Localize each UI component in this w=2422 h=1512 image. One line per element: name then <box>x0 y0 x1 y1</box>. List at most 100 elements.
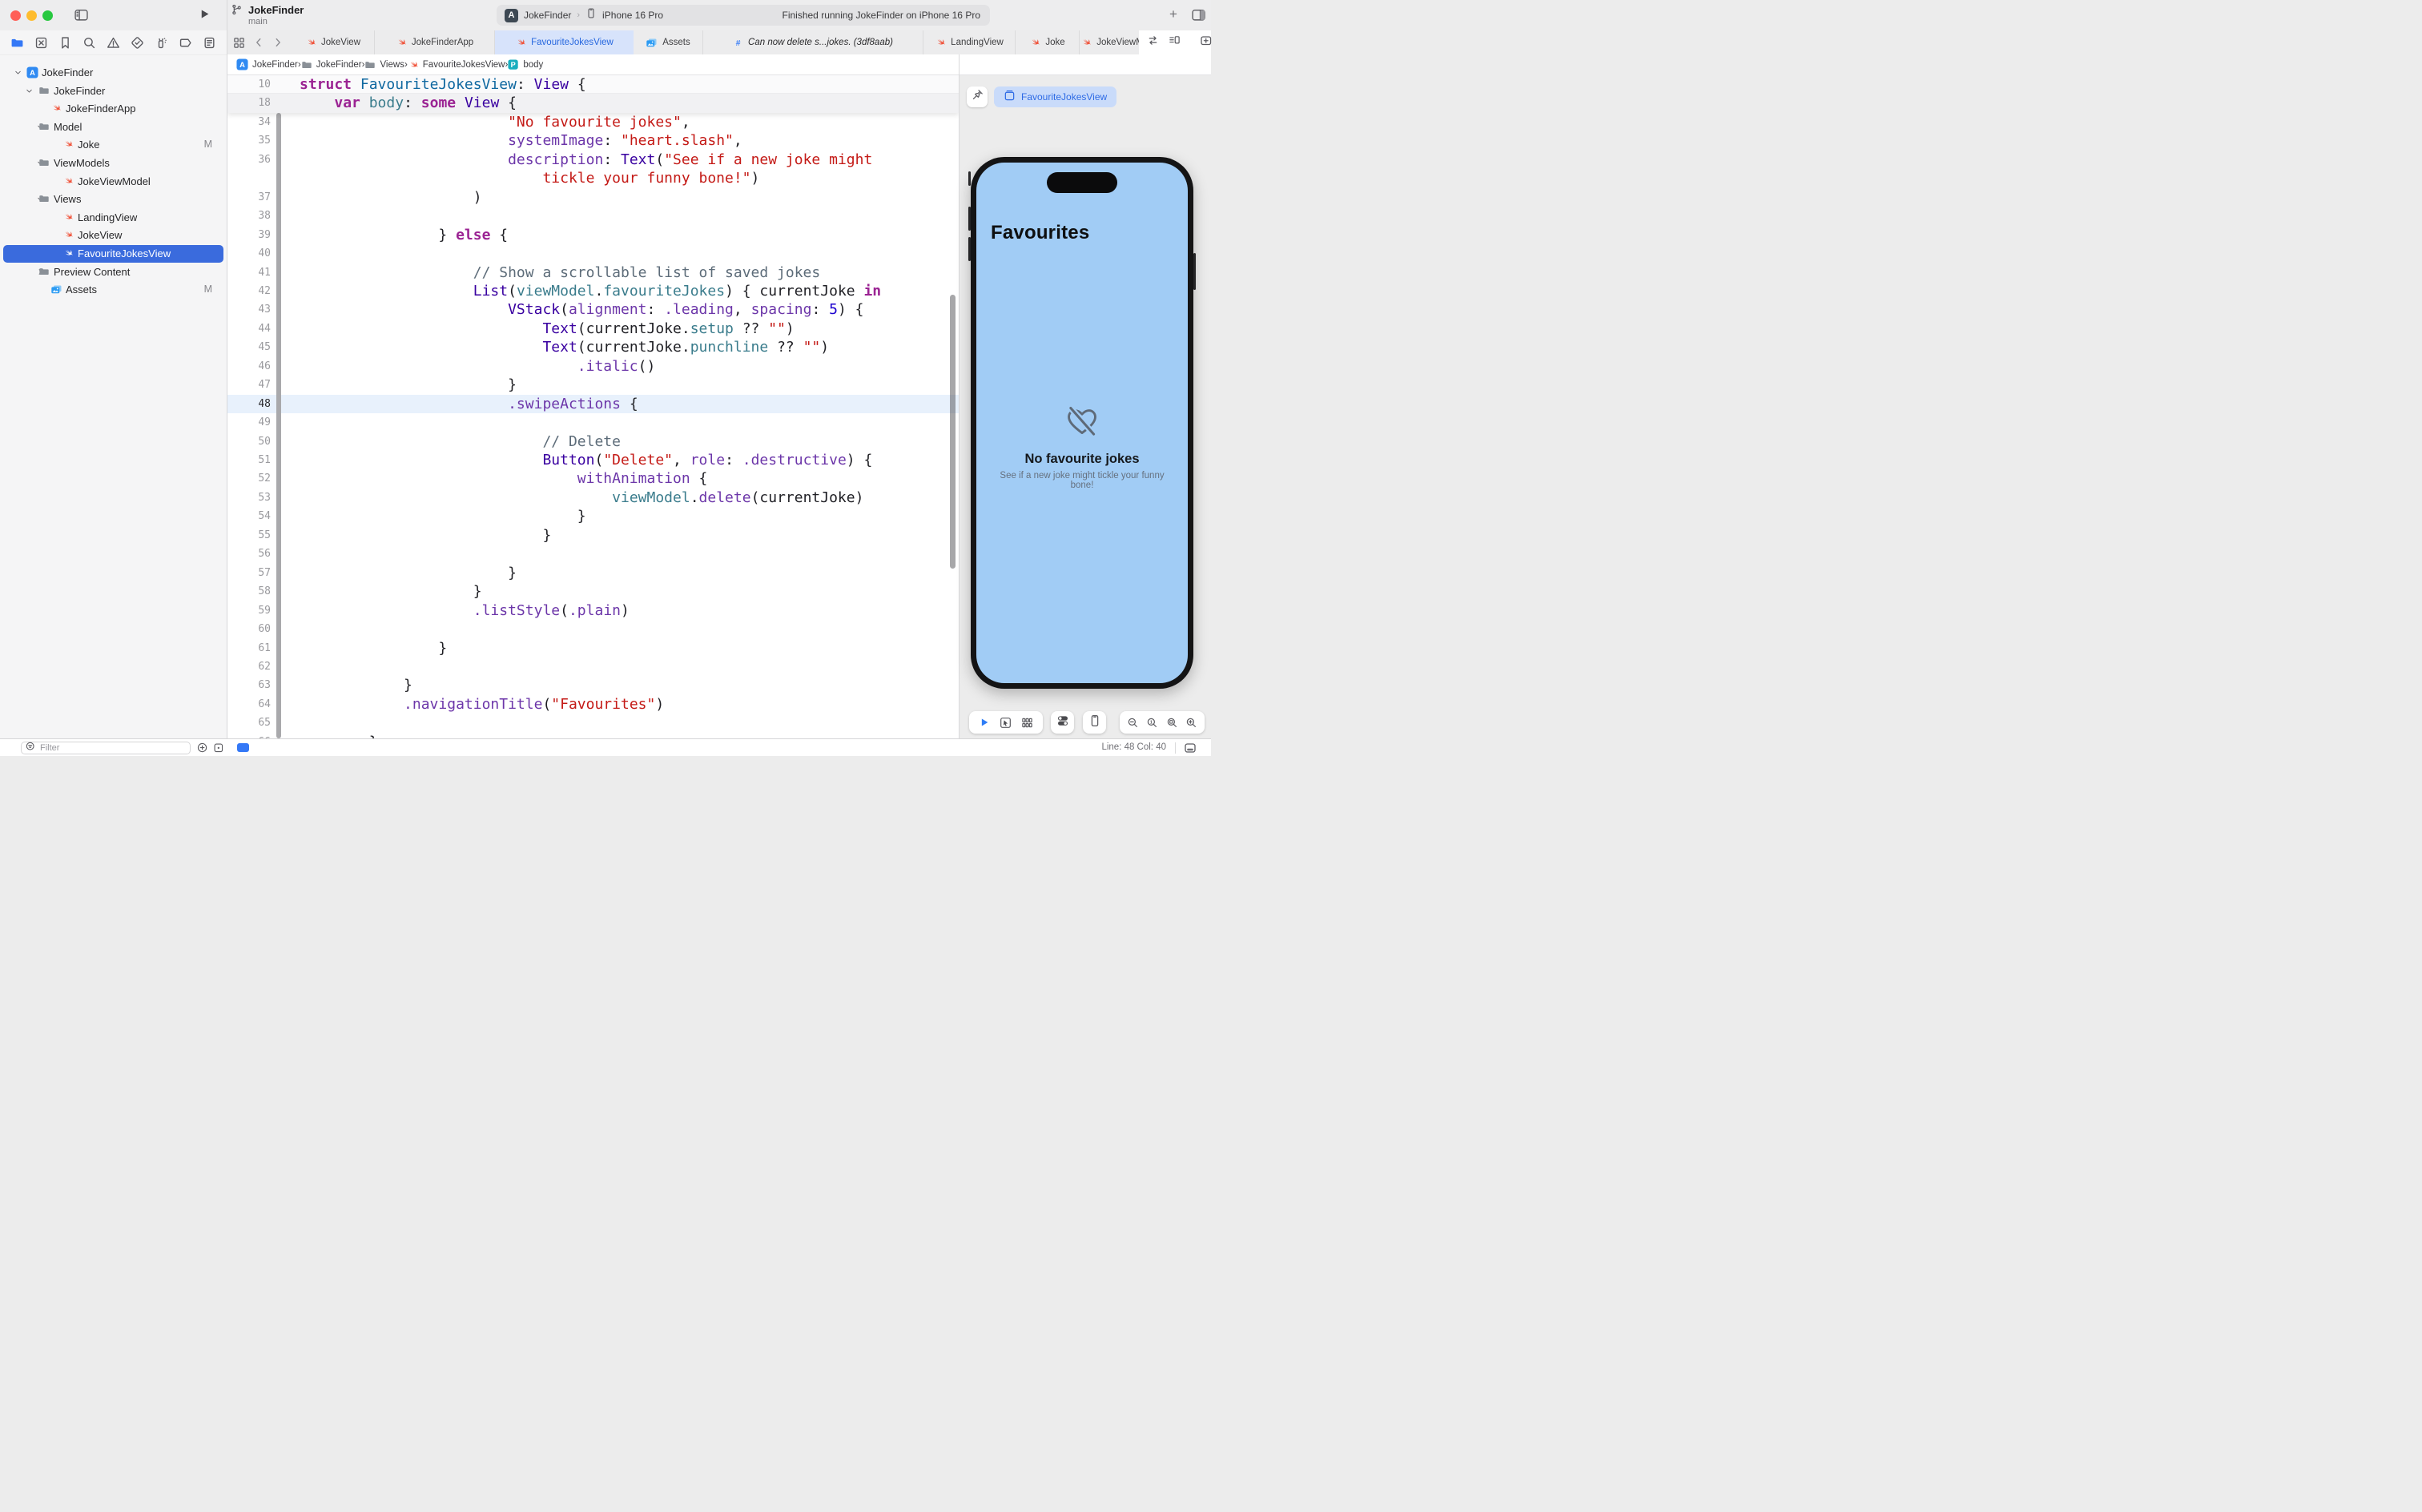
sidebar-item-favouritejokesview[interactable]: FavouriteJokesView <box>0 245 227 263</box>
code-line-wrap[interactable]: tickle your funny bone!") <box>227 169 959 187</box>
selectable-mode-button[interactable] <box>1000 717 1012 729</box>
scheme-bar[interactable]: A JokeFinder › iPhone 16 Pro Finished ru… <box>497 5 990 26</box>
back-button[interactable] <box>253 37 264 48</box>
scheme-target[interactable]: JokeFinder <box>524 10 571 21</box>
code-line-37[interactable]: 37 ) <box>227 188 959 207</box>
iphone-screen[interactable]: Favourites No favourite jokes See if a n… <box>976 163 1188 683</box>
code-line-39[interactable]: 39 } else { <box>227 226 959 244</box>
zoom-window-button[interactable] <box>42 10 53 21</box>
tab-overview-button[interactable] <box>233 37 245 49</box>
code-line-40[interactable]: 40 <box>227 244 959 263</box>
close-window-button[interactable] <box>10 10 21 21</box>
tab-jokefinderapp[interactable]: JokeFinderApp <box>375 30 495 54</box>
code-line-45[interactable]: 45 Text(currentJoke.punchline ?? "") <box>227 338 959 356</box>
code-line-10[interactable]: 10struct FavouriteJokesView: View { <box>227 75 959 94</box>
code-line-58[interactable]: 58 } <box>227 582 959 601</box>
sidebar-item-preview-content[interactable]: Preview Content <box>0 263 227 281</box>
breadcrumb-body[interactable]: Pbody <box>508 59 543 70</box>
code-line-64[interactable]: 64 .navigationTitle("Favourites") <box>227 695 959 714</box>
tab-assets[interactable]: Assets <box>634 30 703 54</box>
code-line-55[interactable]: 55 } <box>227 526 959 545</box>
sidebar-item-model[interactable]: Model <box>0 119 227 136</box>
sidebar-item-joke[interactable]: JokeM <box>0 136 227 154</box>
sidebar-item-viewmodels[interactable]: ViewModels <box>0 155 227 172</box>
sidebar-item-views[interactable]: Views <box>0 191 227 208</box>
sidebar-item-landingview[interactable]: LandingView <box>0 209 227 227</box>
code-line-61[interactable]: 61 } <box>227 639 959 657</box>
code-line-44[interactable]: 44 Text(currentJoke.setup ?? "") <box>227 320 959 338</box>
code-line-65[interactable]: 65 <box>227 714 959 732</box>
code-line-51[interactable]: 51 Button("Delete", role: .destructive) … <box>227 451 959 469</box>
code-line-41[interactable]: 41 // Show a scrollable list of saved jo… <box>227 263 959 282</box>
sidebar-item-jokefinder[interactable]: AJokeFinder <box>0 64 227 82</box>
editor-scrollbar[interactable] <box>950 295 956 569</box>
sidebar-item-jokeview[interactable]: JokeView <box>0 227 227 244</box>
code-line-43[interactable]: 43 VStack(alignment: .leading, spacing: … <box>227 300 959 319</box>
code-line-34[interactable]: 34 "No favourite jokes", <box>227 113 959 131</box>
breadcrumb-jokefinder[interactable]: AJokeFinder <box>236 58 298 70</box>
navigator-tab-breakpoints[interactable] <box>179 36 192 50</box>
navigator-tab-issues[interactable] <box>107 36 120 50</box>
tab-landingview[interactable]: LandingView <box>923 30 1016 54</box>
code-line-53[interactable]: 53 viewModel.delete(currentJoke) <box>227 489 959 507</box>
editor-mode-indicator[interactable] <box>237 743 249 752</box>
scheme-device[interactable]: iPhone 16 Pro <box>602 10 663 21</box>
navigator-tab-bookmarks[interactable] <box>58 36 72 50</box>
code-line-63[interactable]: 63 } <box>227 676 959 694</box>
code-line-36[interactable]: 36 description: Text("See if a new joke … <box>227 151 959 169</box>
navigator-tab-find[interactable] <box>82 36 96 50</box>
tab-favouritejokesview[interactable]: FavouriteJokesView <box>495 30 634 54</box>
forward-button[interactable] <box>272 37 284 48</box>
live-preview-button[interactable] <box>979 717 990 728</box>
code-line-54[interactable]: 54 } <box>227 507 959 525</box>
source-editor[interactable]: 34 "No favourite jokes",35 systemImage: … <box>227 75 959 738</box>
device-bezel-button[interactable] <box>1083 711 1106 734</box>
sidebar-item-jokefinderapp[interactable]: JokeFinderApp <box>0 100 227 118</box>
code-line-46[interactable]: 46 .italic() <box>227 357 959 376</box>
tab-can-now-delete-s-jokes-3df8aab-[interactable]: #Can now delete s...jokes. (3df8aab) <box>703 30 923 54</box>
filter-field[interactable]: Filter <box>21 742 191 754</box>
navigator-tab-source-control[interactable] <box>34 36 48 50</box>
breadcrumb-jokefinder[interactable]: JokeFinder <box>301 59 362 70</box>
code-line-57[interactable]: 57 } <box>227 564 959 582</box>
source-control-summary[interactable]: JokeFinder main <box>231 3 243 29</box>
code-line-59[interactable]: 59 .listStyle(.plain) <box>227 601 959 620</box>
navigator-tab-debug[interactable] <box>155 36 168 50</box>
code-line-47[interactable]: 47 } <box>227 376 959 394</box>
code-line-38[interactable]: 38 <box>227 207 959 225</box>
zoom-100-button[interactable]: 1 <box>1146 717 1158 729</box>
code-line-48[interactable]: 48 .swipeActions { <box>227 395 959 413</box>
zoom-fit-button[interactable] <box>1166 717 1178 729</box>
navigator-tab-project-navigator[interactable] <box>10 36 24 50</box>
zoom-out-button[interactable] <box>1127 717 1139 729</box>
sidebar-item-jokefinder[interactable]: JokeFinder <box>0 82 227 100</box>
minimize-window-button[interactable] <box>26 10 37 21</box>
code-line-18[interactable]: 18 var body: some View { <box>227 94 959 112</box>
filter-options-button[interactable] <box>213 742 224 754</box>
sidebar-item-jokeviewmodel[interactable]: JokeViewModel <box>0 173 227 191</box>
code-line-66[interactable]: 66 } <box>227 733 959 738</box>
tab-jokeview[interactable]: JokeView <box>292 30 375 54</box>
sidebar-item-assets[interactable]: AssetsM <box>0 281 227 299</box>
pin-preview-button[interactable] <box>967 86 988 107</box>
tab-jokeviewm[interactable]: JokeViewM <box>1080 30 1145 54</box>
breadcrumb-favouritejokesview[interactable]: FavouriteJokesView <box>408 59 505 70</box>
add-file-button[interactable] <box>197 742 208 754</box>
variants-mode-button[interactable] <box>1021 717 1033 729</box>
code-line-50[interactable]: 50 // Delete <box>227 432 959 451</box>
preview-target-chip[interactable]: FavouriteJokesView <box>994 86 1116 107</box>
navigator-tab-tests[interactable] <box>131 36 144 50</box>
zoom-in-button[interactable] <box>1185 717 1197 729</box>
code-line-49[interactable]: 49 <box>227 413 959 432</box>
code-line-42[interactable]: 42 List(viewModel.favouriteJokes) { curr… <box>227 282 959 300</box>
tab-joke[interactable]: Joke <box>1016 30 1080 54</box>
device-settings-button[interactable] <box>1051 711 1074 734</box>
code-line-62[interactable]: 62 <box>227 657 959 676</box>
breadcrumb-views[interactable]: Views <box>364 59 404 70</box>
code-line-35[interactable]: 35 systemImage: "heart.slash", <box>227 131 959 150</box>
navigator-tab-reports[interactable] <box>203 36 216 50</box>
code-line-56[interactable]: 56 <box>227 545 959 563</box>
code-line-60[interactable]: 60 <box>227 620 959 638</box>
editor-options-button[interactable] <box>1184 742 1197 754</box>
new-tab-button[interactable]: + <box>1169 6 1177 22</box>
